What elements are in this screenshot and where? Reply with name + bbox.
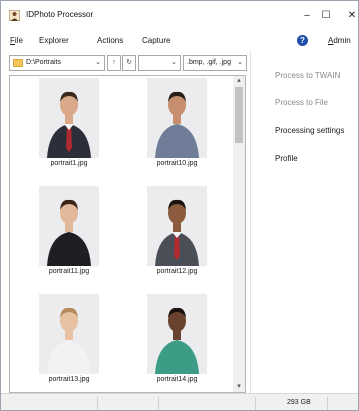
explorer-toolbar: D:\Portraits ⌄ ↑ ↻ ⌄ .bmp, .gif, .jpg ⌄: [1, 51, 251, 73]
chevron-down-icon: ⌄: [171, 59, 177, 66]
profile-link[interactable]: Profile: [275, 154, 298, 163]
scroll-up-icon[interactable]: ▴: [233, 76, 245, 86]
path-dropdown[interactable]: D:\Portraits ⌄: [9, 55, 105, 71]
file-thumbnail-list[interactable]: portrait14.jpg portrait13.jpg portrait12.j…: [9, 75, 246, 393]
window-title: IDPhoto Processor: [26, 10, 94, 19]
portrait-image: [39, 186, 99, 266]
extension-dropdown[interactable]: .bmp, .gif, .jpg ⌄: [183, 55, 247, 71]
portrait-image: [39, 78, 99, 158]
help-icon[interactable]: ?: [297, 35, 308, 46]
file-thumbnail[interactable]: portrait13.jpg: [30, 294, 110, 392]
menu-file[interactable]: File: [10, 36, 23, 45]
disk-free-space: 293 GB: [287, 399, 311, 406]
actions-panel: Process to TWAIN Process to File Process…: [252, 51, 358, 393]
portrait-image: [147, 78, 207, 158]
file-thumbnail[interactable]: portrait10.jpg: [138, 78, 218, 178]
status-divider: [255, 397, 256, 410]
processing-settings-link[interactable]: Processing settings: [275, 126, 344, 135]
status-divider: [158, 397, 159, 410]
menu-explorer[interactable]: Explorer: [39, 36, 69, 45]
file-name-label: portrait10.jpg: [156, 160, 198, 167]
file-name-label: portrait11.jpg: [48, 268, 90, 275]
close-button[interactable]: ✕: [336, 1, 358, 29]
file-name-label: portrait14.jpg: [156, 376, 198, 383]
folder-icon: [13, 59, 23, 67]
menu-actions[interactable]: Actions: [97, 36, 123, 45]
chevron-down-icon: ⌄: [95, 59, 101, 66]
process-to-twain-link[interactable]: Process to TWAIN: [275, 71, 340, 80]
file-thumbnail[interactable]: portrait12.jpg: [138, 186, 218, 286]
file-name-label: portrait13.jpg: [48, 376, 90, 383]
explorer-panel: D:\Portraits ⌄ ↑ ↻ ⌄ .bmp, .gif, .jpg ⌄ …: [1, 51, 251, 393]
menu-capture[interactable]: Capture: [142, 36, 170, 45]
process-to-file-link[interactable]: Process to File: [275, 98, 328, 107]
portrait-image: [39, 294, 99, 374]
scroll-down-icon[interactable]: ▾: [233, 382, 245, 392]
vertical-scrollbar[interactable]: ▴ ▾: [233, 76, 245, 392]
scrollbar-thumb[interactable]: [235, 87, 243, 143]
file-name-label: portrait12.jpg: [156, 268, 198, 275]
path-value: D:\Portraits: [26, 59, 62, 66]
refresh-button[interactable]: ↻: [122, 55, 136, 71]
portrait-image: [147, 294, 207, 374]
parent-folder-button[interactable]: ↑: [107, 55, 121, 71]
menu-bar: File Explorer Actions Capture ? Admin: [1, 29, 358, 51]
chevron-down-icon: ⌄: [237, 59, 243, 66]
file-thumbnail[interactable]: portrait14.jpg: [138, 294, 218, 392]
file-thumbnail[interactable]: portrait11.jpg: [30, 186, 110, 286]
app-logo-icon: [9, 10, 20, 21]
file-name-label: portrait1.jpg: [50, 160, 88, 167]
title-bar: IDPhoto Processor – ☐ ✕: [1, 1, 358, 29]
extension-value: .bmp, .gif, .jpg: [187, 59, 231, 66]
app-window: IDPhoto Processor – ☐ ✕ File Explorer Ac…: [0, 0, 359, 411]
status-divider: [97, 397, 98, 410]
menu-admin[interactable]: Admin: [328, 36, 351, 45]
file-thumbnail[interactable]: portrait1.jpg: [30, 78, 110, 178]
status-bar: 293 GB: [1, 393, 358, 410]
status-divider: [327, 397, 328, 410]
portrait-image: [147, 186, 207, 266]
filter-dropdown[interactable]: ⌄: [138, 55, 181, 71]
